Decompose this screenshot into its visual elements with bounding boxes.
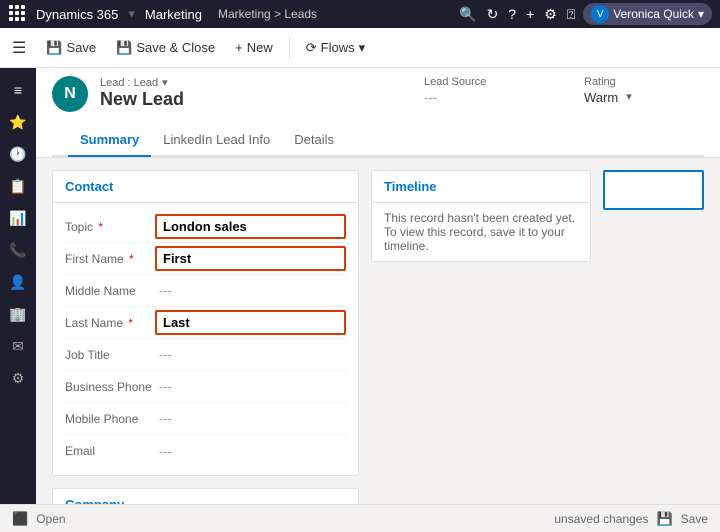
user-menu[interactable]: V Veronica Quick ▾: [583, 3, 712, 25]
tab-summary[interactable]: Summary: [68, 124, 151, 157]
company-section: Company Company * ---: [52, 488, 359, 504]
user-chevron-icon: ▾: [698, 7, 704, 21]
lead-right-fields: Lead Source --- Rating Warm ▾: [424, 76, 704, 105]
save-close-icon: 💾: [116, 40, 132, 56]
nav-icons: 🔍 ↻ ? + ⚙ ⍰: [459, 6, 575, 23]
new-button[interactable]: + New: [227, 36, 281, 59]
rating-chevron-icon[interactable]: ▾: [626, 90, 632, 103]
last-name-row: Last Name *: [65, 307, 346, 339]
lead-label-chevron-icon: ▾: [162, 76, 168, 89]
grid-icon[interactable]: [8, 4, 28, 24]
settings-icon[interactable]: ⚙: [544, 6, 557, 23]
unsaved-changes-label: unsaved changes: [554, 512, 648, 526]
mobile-phone-row: Mobile Phone ---: [65, 403, 346, 435]
left-sidebar: ≡ ⭐ 🕐 📋 📊 📞 👤 🏢 ✉ ⚙: [0, 68, 36, 504]
search-icon[interactable]: 🔍: [459, 6, 476, 23]
help-icon[interactable]: ⍰: [567, 6, 575, 23]
sidebar-toggle-icon[interactable]: ☰: [12, 38, 26, 58]
new-icon: +: [235, 40, 243, 55]
contact-section-header: Contact: [53, 171, 358, 203]
question-icon[interactable]: ?: [508, 6, 516, 22]
first-name-label: First Name *: [65, 252, 155, 266]
sidebar-item-calls[interactable]: 📞: [4, 236, 32, 264]
lead-label: Lead : Lead ▾: [100, 76, 412, 89]
email-row: Email ---: [65, 435, 346, 467]
topic-input[interactable]: [155, 214, 346, 239]
job-title-row: Job Title ---: [65, 339, 346, 371]
status-open-icon: ⬛: [12, 511, 28, 527]
form-area: Contact Topic * First Name *: [36, 158, 720, 504]
contact-section-body: Topic * First Name *: [53, 203, 358, 475]
save-status-icon: 💾: [656, 511, 672, 527]
sidebar-item-email[interactable]: ✉: [4, 332, 32, 360]
company-section-header: Company: [53, 489, 358, 504]
sidebar-item-accounts[interactable]: 🏢: [4, 300, 32, 328]
app-name: Dynamics 365: [36, 7, 118, 22]
job-title-value[interactable]: ---: [155, 345, 346, 364]
lead-info: Lead : Lead ▾ New Lead: [100, 76, 412, 110]
tab-details[interactable]: Details: [282, 124, 346, 157]
sidebar-item-home[interactable]: ≡: [4, 76, 32, 104]
top-nav: Dynamics 365 ▾ Marketing Marketing > Lea…: [0, 0, 720, 28]
timeline-header: Timeline: [372, 171, 590, 203]
save-close-button[interactable]: 💾 Save & Close: [108, 36, 223, 60]
topic-row: Topic *: [65, 211, 346, 243]
right-panel: [603, 170, 704, 504]
main-layout: ≡ ⭐ 🕐 📋 📊 📞 👤 🏢 ✉ ⚙ N Lead : Lead ▾ New …: [0, 68, 720, 504]
nav-module[interactable]: Marketing: [145, 7, 202, 22]
nav-breadcrumb: Marketing > Leads: [218, 7, 317, 21]
sidebar-item-settings[interactable]: ⚙: [4, 364, 32, 392]
separator: [289, 36, 290, 60]
first-name-row: First Name *: [65, 243, 346, 275]
lead-avatar: N: [52, 76, 88, 112]
save-status-label[interactable]: Save: [681, 512, 708, 526]
status-bar: ⬛ Open unsaved changes 💾 Save: [0, 504, 720, 532]
lead-title: New Lead: [100, 89, 412, 110]
sidebar-item-contacts[interactable]: 👤: [4, 268, 32, 296]
last-name-label: Last Name *: [65, 316, 155, 330]
timeline-body: This record hasn't been created yet. To …: [372, 203, 590, 261]
flows-icon: ⟳: [306, 40, 317, 56]
flows-chevron-icon: ▾: [359, 40, 366, 56]
flows-button[interactable]: ⟳ Flows ▾: [298, 36, 373, 60]
refresh-icon[interactable]: ↻: [487, 6, 499, 23]
timeline-card: Timeline This record hasn't been created…: [371, 170, 591, 262]
save-button[interactable]: 💾 Save: [38, 36, 104, 60]
sidebar-item-records[interactable]: 📋: [4, 172, 32, 200]
business-phone-row: Business Phone ---: [65, 371, 346, 403]
main-content: N Lead : Lead ▾ New Lead Lead Source ---…: [36, 68, 720, 504]
right-card: [603, 170, 704, 210]
tab-linkedin[interactable]: LinkedIn Lead Info: [151, 124, 282, 157]
mobile-phone-value[interactable]: ---: [155, 409, 346, 428]
middle-name-row: Middle Name ---: [65, 275, 346, 307]
last-name-input[interactable]: [155, 310, 346, 335]
middle-name-value[interactable]: ---: [155, 281, 346, 300]
sidebar-item-favorites[interactable]: ⭐: [4, 108, 32, 136]
mobile-phone-label: Mobile Phone: [65, 412, 155, 426]
business-phone-value[interactable]: ---: [155, 377, 346, 396]
avatar: V: [591, 5, 609, 23]
topic-label: Topic *: [65, 220, 155, 234]
command-bar: ☰ 💾 Save 💾 Save & Close + New ⟳ Flows ▾: [0, 28, 720, 68]
status-open-label[interactable]: Open: [36, 512, 65, 526]
tabs: Summary LinkedIn Lead Info Details: [52, 124, 704, 157]
user-name: Veronica Quick: [613, 7, 694, 21]
first-name-input[interactable]: [155, 246, 346, 271]
contact-section: Contact Topic * First Name *: [52, 170, 359, 476]
sidebar-item-charts[interactable]: 📊: [4, 204, 32, 232]
business-phone-label: Business Phone: [65, 380, 155, 394]
add-icon[interactable]: +: [526, 6, 534, 22]
save-icon: 💾: [46, 40, 62, 56]
timeline-panel: Timeline This record hasn't been created…: [371, 170, 591, 504]
left-panel: Contact Topic * First Name *: [52, 170, 359, 504]
middle-name-label: Middle Name: [65, 284, 155, 298]
job-title-label: Job Title: [65, 348, 155, 362]
lead-source-field: Lead Source ---: [424, 76, 544, 105]
sidebar-item-recent[interactable]: 🕐: [4, 140, 32, 168]
rating-field: Rating Warm ▾: [584, 76, 704, 105]
lead-header: N Lead : Lead ▾ New Lead Lead Source ---…: [36, 68, 720, 158]
email-label: Email: [65, 444, 155, 458]
email-value[interactable]: ---: [155, 442, 346, 461]
